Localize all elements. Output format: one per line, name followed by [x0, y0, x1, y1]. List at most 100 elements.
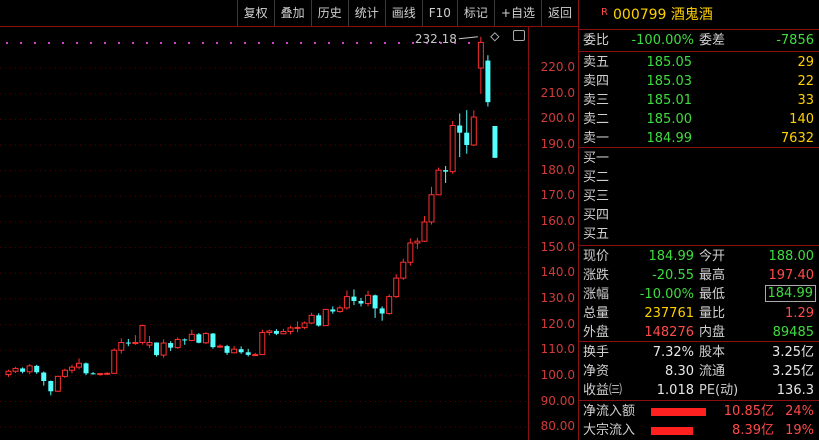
fundamental-value-2: 3.25亿 — [772, 345, 814, 360]
flow-label: 大宗流入 — [583, 423, 636, 438]
y-tick-label: 120.0 — [540, 316, 575, 331]
flow-bar — [651, 427, 693, 435]
y-tick-label: 80.00 — [540, 419, 575, 434]
f10-button[interactable]: F10 — [421, 0, 457, 26]
candle-body — [301, 322, 308, 328]
candlestick-chart[interactable]: 232.18 — [0, 27, 527, 440]
back-button[interactable]: 返回 — [540, 0, 578, 26]
ask-price: 184.99 — [646, 131, 693, 146]
ask-row: 卖五 185.05 29 — [579, 53, 819, 72]
event-marker — [132, 42, 134, 44]
quote-panel: R 000799 酒鬼酒 委比 -100.00% 委差 -7856 卖五 185.… — [578, 0, 819, 440]
candle-body — [146, 342, 153, 346]
candle-body — [188, 333, 195, 341]
candle-body — [97, 373, 104, 376]
event-marker — [146, 42, 148, 44]
flow-percent: 24% — [785, 404, 814, 419]
high-marker-arrow — [458, 36, 478, 40]
stat-value-2: 89485 — [772, 325, 814, 340]
ask-volume: 33 — [797, 93, 814, 108]
candle-body — [470, 116, 477, 146]
candle-body — [259, 332, 266, 356]
candle-body — [365, 294, 372, 305]
candle-body — [41, 372, 47, 381]
event-marker — [188, 42, 190, 44]
y-tick-label: 220.0 — [540, 60, 575, 75]
weicha-label: 委差 — [699, 33, 726, 48]
statistics-button[interactable]: 统计 — [347, 0, 385, 26]
ask-level-label: 卖三 — [583, 93, 610, 108]
fundamental-value: 1.018 — [656, 383, 694, 398]
mark-button[interactable]: 标记 — [456, 0, 494, 26]
candle-body — [5, 370, 12, 376]
bid-row: 买五 — [579, 225, 819, 244]
event-marker — [174, 42, 176, 44]
ask-row: 卖三 185.01 33 — [579, 91, 819, 110]
capital-flow-row: 净流入额 10.85亿 24% — [579, 402, 819, 421]
flow-bar — [651, 408, 706, 416]
weibi-row: 委比 -100.00% 委差 -7856 — [579, 31, 819, 50]
y-tick-label: 140.0 — [540, 265, 575, 280]
event-marker — [118, 42, 120, 44]
event-marker — [6, 42, 8, 44]
stock-header: R 000799 酒鬼酒 — [579, 6, 819, 26]
event-marker — [300, 42, 302, 44]
restore-rights-button[interactable]: 复权 — [236, 0, 274, 26]
ask-volume: 29 — [797, 55, 814, 70]
stat-row: 外盘 148276 内盘 89485 — [579, 323, 819, 342]
ask-volume: 7632 — [780, 131, 814, 146]
stat-value-2: 197.40 — [768, 268, 815, 283]
stat-value-2: 1.29 — [785, 306, 814, 321]
candle-body — [61, 369, 68, 377]
ask-row: 卖二 185.00 140 — [579, 110, 819, 129]
event-marker — [370, 42, 372, 44]
history-button[interactable]: 历史 — [310, 0, 348, 26]
candle-body — [252, 354, 259, 357]
candle-body — [492, 126, 498, 158]
overlay-button[interactable]: 叠加 — [273, 0, 311, 26]
candle-body — [443, 170, 449, 172]
fundamental-row: 收益㈢ 1.018 PE(动) 136.3 — [579, 381, 819, 400]
fundamental-label-2: PE(动) — [699, 383, 739, 398]
event-marker — [230, 42, 232, 44]
bid-level-label: 买五 — [583, 227, 610, 242]
candle-body — [372, 295, 378, 309]
fundamental-label-2: 流通 — [699, 364, 726, 379]
y-tick-label: 210.0 — [540, 85, 575, 100]
candle-body — [217, 345, 223, 348]
candle-body — [132, 342, 139, 345]
ask-row: 卖四 185.03 22 — [579, 72, 819, 91]
stat-row: 总量 237761 量比 1.29 — [579, 304, 819, 323]
event-marker — [258, 42, 260, 44]
candle-body — [379, 308, 385, 314]
draw-line-button[interactable]: 画线 — [384, 0, 422, 26]
candle-body — [266, 330, 273, 334]
event-marker — [314, 42, 316, 44]
add-watchlist-button[interactable]: +自选 — [493, 0, 541, 26]
fundamental-label-2: 股本 — [699, 345, 726, 360]
stat-row: 涨幅 -10.00% 最低 184.99 — [579, 285, 819, 304]
candle-body — [76, 362, 82, 368]
stat-label: 现价 — [583, 249, 610, 264]
flow-label: 净流入额 — [583, 404, 636, 419]
event-marker — [342, 42, 344, 44]
candle-body — [358, 300, 364, 304]
y-tick-label: 130.0 — [540, 290, 575, 305]
stat-label: 涨幅 — [583, 287, 610, 302]
stat-value: 184.99 — [648, 249, 695, 264]
candle-body — [421, 221, 428, 242]
flow-percent: 19% — [785, 423, 814, 438]
stat-value-2: 188.00 — [768, 249, 815, 264]
candle-body — [238, 349, 244, 353]
y-tick-label: 150.0 — [540, 239, 575, 254]
candle-body — [48, 381, 54, 392]
y-tick-label: 180.0 — [540, 162, 575, 177]
candle-body — [414, 240, 421, 244]
candle-body — [104, 372, 111, 375]
event-marker — [286, 42, 288, 44]
stat-value: -10.00% — [639, 287, 694, 302]
candle-body — [308, 314, 315, 324]
candle-body — [343, 296, 350, 309]
fundamental-row: 换手 7.32% 股本 3.25亿 — [579, 343, 819, 362]
window-toggle-icon[interactable] — [513, 30, 525, 41]
